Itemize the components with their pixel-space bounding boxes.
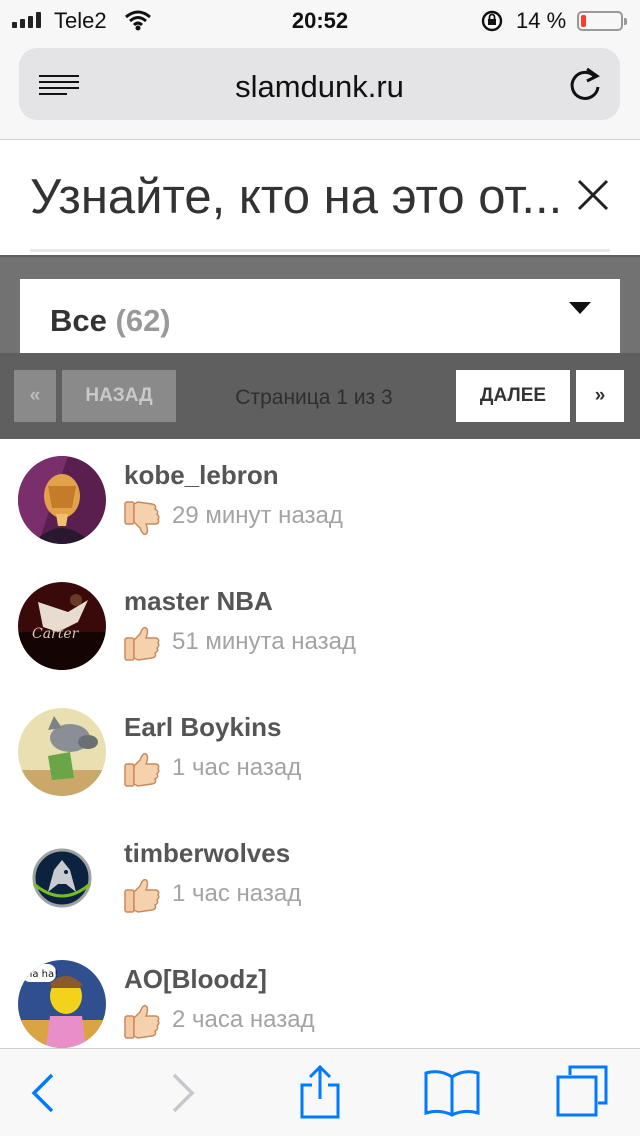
list-item[interactable]: Earl Boykins 1 час назад	[0, 691, 640, 817]
notice-text: Узнайте, кто на это от...	[30, 170, 563, 224]
address-bar[interactable]: slamdunk.ru	[19, 48, 620, 120]
username[interactable]: master NBA	[124, 586, 273, 617]
reaction-filter-select[interactable]: Все (62)	[20, 279, 620, 355]
filter-value: Все	[50, 303, 107, 338]
thumbs-down-icon	[124, 498, 162, 543]
list-item[interactable]: Carter master NBA 51 минута назад	[0, 565, 640, 691]
reload-icon[interactable]	[567, 65, 603, 108]
filter-panel: Все (62)	[0, 255, 640, 355]
username[interactable]: Earl Boykins	[124, 712, 282, 743]
reaction-list: kobe_lebron 29 минут назад Carter master…	[0, 439, 640, 1069]
next-page-button[interactable]: ДАЛЕЕ	[456, 370, 570, 422]
back-icon[interactable]	[30, 1071, 56, 1120]
tabs-icon[interactable]	[556, 1065, 608, 1122]
browser-toolbar	[0, 1048, 640, 1136]
thumbs-up-icon	[124, 876, 162, 921]
battery-percent: 14 %	[516, 8, 567, 33]
close-icon[interactable]	[575, 177, 611, 218]
url-text[interactable]: slamdunk.ru	[19, 69, 620, 105]
avatar[interactable]: Carter	[18, 582, 106, 670]
first-page-button[interactable]: «	[14, 370, 56, 422]
username[interactable]: AO[Bloodz]	[124, 964, 267, 995]
time-ago: 29 минут назад	[172, 502, 343, 529]
pagination: « НАЗАД Страница 1 из 3 ДАЛЕЕ »	[0, 353, 640, 439]
svg-text:Carter: Carter	[32, 626, 80, 642]
time-ago: 2 часа назад	[172, 1006, 315, 1033]
filter-label: Все (62)	[50, 303, 171, 339]
username[interactable]: kobe_lebron	[124, 460, 279, 491]
filter-count: (62)	[115, 303, 171, 338]
last-page-button[interactable]: »	[576, 370, 624, 422]
share-icon[interactable]	[298, 1064, 342, 1124]
list-item[interactable]: timberwolves 1 час назад	[0, 817, 640, 943]
avatar[interactable]	[18, 834, 106, 922]
thumbs-up-icon	[124, 624, 162, 669]
thumbs-up-icon	[124, 750, 162, 795]
status-bar: Tele2 20:52 14 %	[0, 0, 640, 40]
avatar[interactable]: ha ha!	[18, 960, 106, 1048]
time-ago: 1 час назад	[172, 880, 302, 907]
divider	[30, 249, 610, 252]
battery-icon	[577, 11, 627, 31]
avatar[interactable]	[18, 708, 106, 796]
rotation-lock-icon	[480, 9, 504, 38]
forward-icon[interactable]	[170, 1071, 196, 1120]
browser-header: slamdunk.ru	[0, 40, 640, 140]
time-ago: 51 минута назад	[172, 628, 356, 655]
reaction-notice: Узнайте, кто на это от...	[0, 141, 640, 255]
caret-down-icon	[568, 301, 592, 320]
thumbs-up-icon	[124, 1002, 162, 1047]
page-info: Страница 1 из 3	[235, 386, 393, 409]
bookmarks-icon[interactable]	[424, 1069, 480, 1122]
time-ago: 1 час назад	[172, 754, 302, 781]
list-item[interactable]: kobe_lebron 29 минут назад	[0, 439, 640, 565]
svg-text:ha ha!: ha ha!	[26, 969, 58, 980]
username[interactable]: timberwolves	[124, 838, 290, 869]
avatar[interactable]	[18, 456, 106, 544]
prev-page-button[interactable]: НАЗАД	[62, 370, 176, 422]
